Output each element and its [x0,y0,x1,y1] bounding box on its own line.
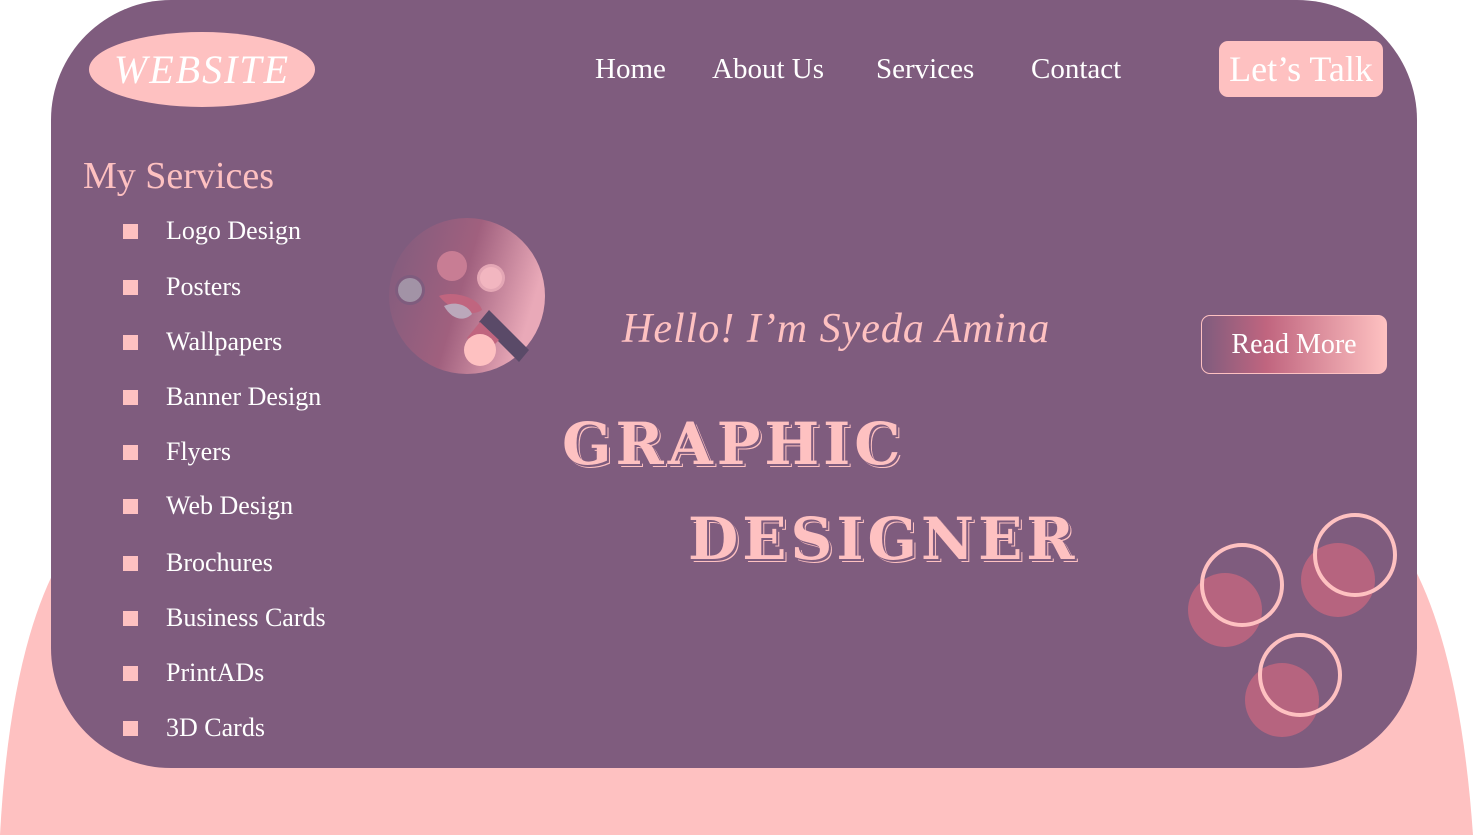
decorative-circles-icon [1188,513,1397,737]
bullet-square-icon [123,555,138,571]
bullet-square-icon [123,498,138,514]
service-item-label: Wallpapers [166,327,283,356]
service-item[interactable]: Posters [123,272,241,302]
hero-title-line2: DESIGNER [688,505,1079,573]
service-item[interactable]: Business Cards [123,603,326,633]
service-item[interactable]: Wallpapers [123,327,282,357]
bullet-square-icon [123,279,138,295]
service-item[interactable]: 3D Cards [123,713,265,743]
service-item[interactable]: Banner Design [123,382,321,412]
bullet-square-icon [123,665,138,681]
service-item-label: Banner Design [166,382,322,411]
read-more-button[interactable]: Read More [1201,315,1387,374]
service-item-label: Web Design [166,491,294,520]
paint-palette-icon [389,218,545,374]
site-logo[interactable]: WEBSITE [89,32,315,107]
service-item[interactable]: PrintADs [123,658,264,688]
bullet-square-icon [123,720,138,736]
bullet-square-icon [123,389,138,405]
bullet-square-icon [123,610,138,626]
service-item-label: 3D Cards [166,713,265,742]
hero-title-line1: GRAPHIC [562,410,905,478]
hero-greeting: Hello! I’m Syeda Amina [622,306,1051,352]
service-item-label: Business Cards [166,603,326,632]
service-item-label: Brochures [166,548,273,577]
nav-about-link[interactable]: About Us [712,53,824,86]
nav-contact-link[interactable]: Contact [1031,53,1121,86]
service-item-label: Posters [166,272,242,301]
bullet-square-icon [123,334,138,350]
lets-talk-button[interactable]: Let’s Talk [1219,41,1383,97]
service-item-label: PrintADs [166,658,265,687]
service-item[interactable]: Brochures [123,548,273,578]
service-item[interactable]: Web Design [123,491,293,521]
service-item[interactable]: Logo Design [123,216,301,246]
service-item-label: Flyers [166,437,231,466]
service-item[interactable]: Flyers [123,437,231,467]
nav-home-link[interactable]: Home [595,53,666,86]
bullet-square-icon [123,444,138,460]
service-item-label: Logo Design [166,216,302,245]
nav-services-link[interactable]: Services [876,53,974,86]
bullet-square-icon [123,223,138,239]
services-heading: My Services [83,155,275,197]
